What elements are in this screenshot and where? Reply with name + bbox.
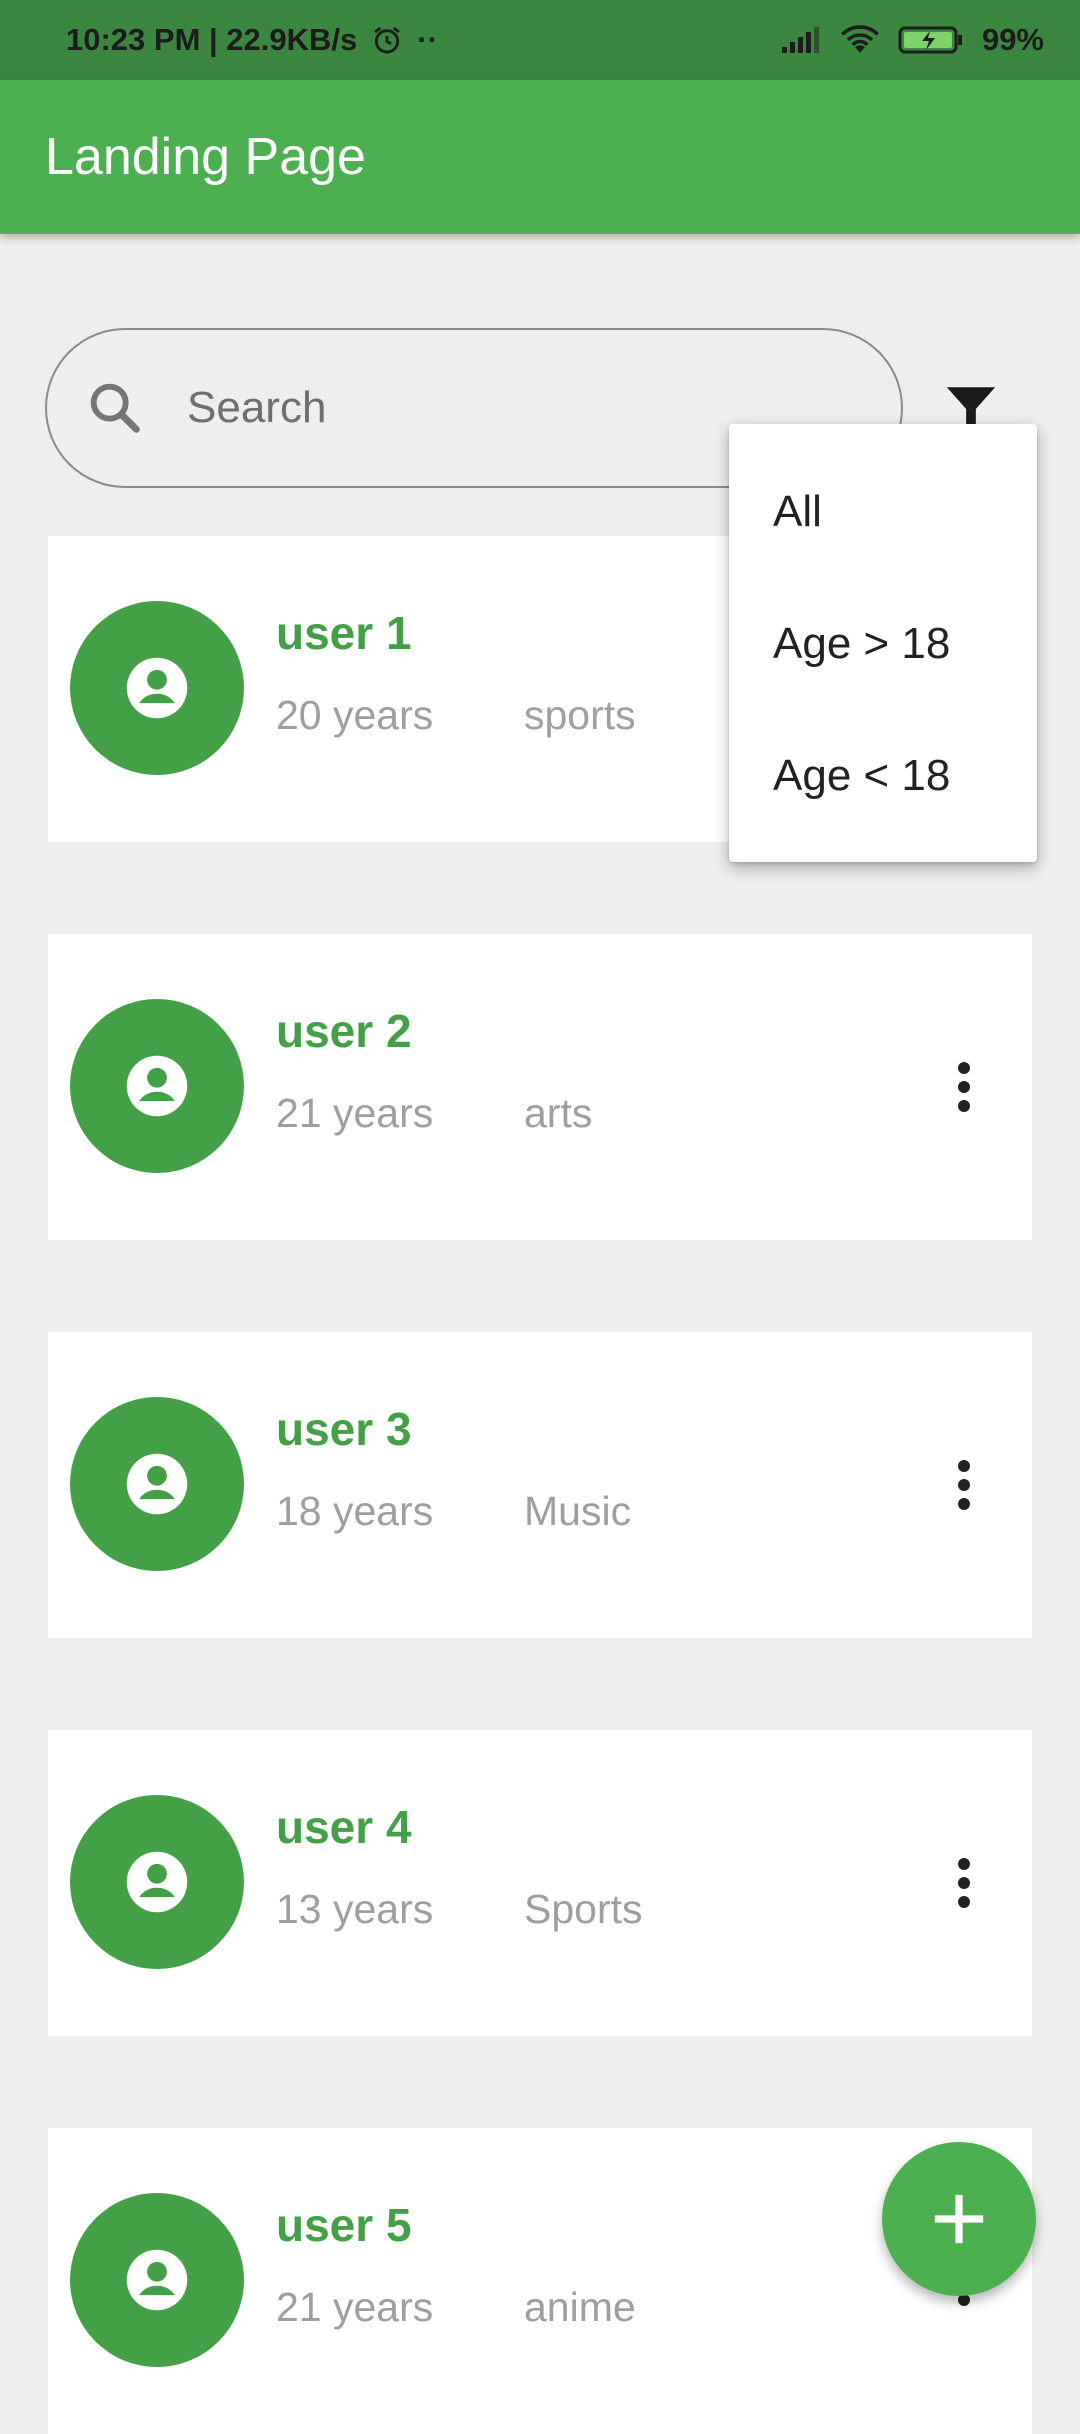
status-extra: ·· bbox=[417, 22, 438, 57]
menu-dot bbox=[958, 1062, 970, 1074]
account-circle-icon bbox=[126, 1055, 188, 1117]
menu-dot bbox=[958, 1498, 970, 1510]
menu-dot bbox=[958, 1896, 970, 1908]
battery-level: 99% bbox=[981, 22, 1044, 57]
user-interest: Music bbox=[524, 1488, 632, 1534]
status-right: 99% bbox=[780, 22, 1044, 58]
more-vert-icon[interactable] bbox=[946, 1054, 982, 1120]
menu-dot bbox=[958, 1100, 970, 1112]
avatar bbox=[70, 1397, 244, 1571]
menu-dot bbox=[958, 1877, 970, 1889]
user-name: user 1 bbox=[276, 607, 412, 659]
menu-dot bbox=[958, 1858, 970, 1870]
user-name: user 2 bbox=[276, 1005, 412, 1057]
filter-option-all[interactable]: All bbox=[729, 446, 1037, 578]
account-circle-icon bbox=[126, 657, 188, 719]
account-circle-icon bbox=[126, 1453, 188, 1515]
user-interest: arts bbox=[524, 1090, 593, 1136]
user-age: 20 years bbox=[276, 692, 434, 738]
menu-dot bbox=[958, 1460, 970, 1472]
user-name: user 3 bbox=[276, 1403, 412, 1455]
plus-icon bbox=[934, 2194, 984, 2244]
battery-icon bbox=[898, 26, 962, 54]
wifi-icon bbox=[841, 25, 879, 53]
menu-dot bbox=[958, 1479, 970, 1491]
more-vert-icon[interactable] bbox=[946, 1452, 982, 1518]
user-card[interactable]: user 4 13 years Sports bbox=[48, 1730, 1032, 2036]
avatar bbox=[70, 999, 244, 1173]
user-card[interactable]: user 2 21 years arts bbox=[48, 934, 1032, 1240]
status-bar: 10:23 PM | 22.9KB/s ·· 99% bbox=[0, 0, 1080, 80]
user-age: 21 years bbox=[276, 1090, 434, 1136]
user-card[interactable]: user 5 21 years anime bbox=[48, 2128, 1032, 2434]
user-interest: sports bbox=[524, 692, 636, 738]
page-title: Landing Page bbox=[45, 128, 366, 186]
user-interest: Sports bbox=[524, 1886, 643, 1932]
app-bar: Landing Page bbox=[0, 80, 1080, 234]
account-circle-icon bbox=[126, 2249, 188, 2311]
status-time: 10:23 PM | 22.9KB/s bbox=[66, 22, 358, 57]
search-icon bbox=[90, 383, 140, 433]
status-left: 10:23 PM | 22.9KB/s ·· bbox=[66, 22, 438, 58]
user-card[interactable]: user 3 18 years Music bbox=[48, 1332, 1032, 1638]
user-interest: anime bbox=[524, 2284, 636, 2330]
filter-option-age-under-18[interactable]: Age < 18 bbox=[729, 710, 1037, 842]
user-age: 18 years bbox=[276, 1488, 434, 1534]
avatar bbox=[70, 601, 244, 775]
account-circle-icon bbox=[126, 1851, 188, 1913]
add-user-button[interactable] bbox=[882, 2142, 1036, 2296]
avatar bbox=[70, 1795, 244, 1969]
filter-menu: All Age > 18 Age < 18 bbox=[729, 424, 1037, 862]
filter-option-age-over-18[interactable]: Age > 18 bbox=[729, 578, 1037, 710]
signal-icon bbox=[781, 27, 819, 53]
user-name: user 4 bbox=[276, 1801, 412, 1853]
avatar bbox=[70, 2193, 244, 2367]
user-name: user 5 bbox=[276, 2199, 412, 2251]
user-age: 21 years bbox=[276, 2284, 434, 2330]
more-vert-icon[interactable] bbox=[946, 1850, 982, 1916]
alarm-icon bbox=[374, 26, 401, 54]
user-age: 13 years bbox=[276, 1886, 434, 1932]
menu-dot bbox=[958, 1081, 970, 1093]
